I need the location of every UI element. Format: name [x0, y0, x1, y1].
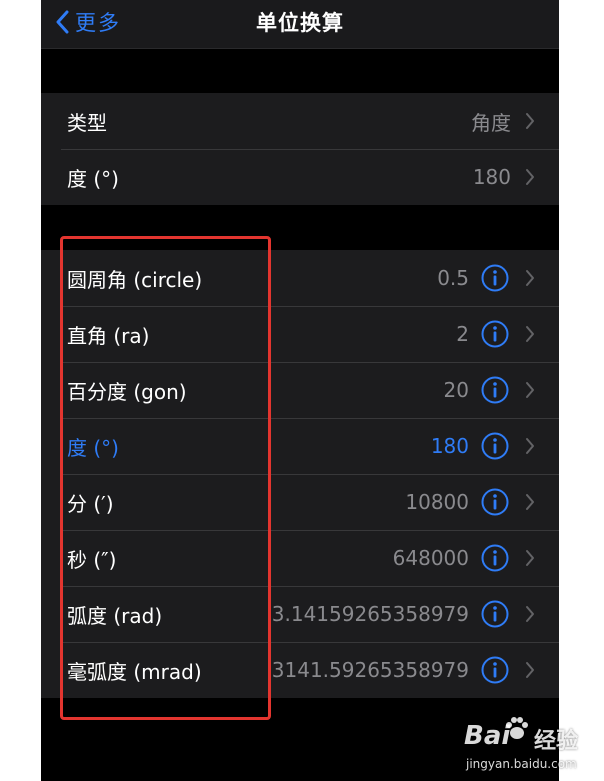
- chevron-right-icon: [525, 168, 535, 186]
- info-icon[interactable]: [480, 263, 510, 293]
- info-icon[interactable]: [480, 655, 510, 685]
- chevron-right-icon: [525, 493, 535, 511]
- chevron-right-icon: [525, 437, 535, 455]
- units-group: 圆周角 (circle) 0.5 直角 (ra) 2 百分度 (gon) 20 …: [41, 250, 559, 698]
- unit-label: 秒 (″): [67, 547, 117, 572]
- unit-label: 分 (′): [67, 491, 114, 516]
- navigation-bar: 更多 单位换算: [41, 0, 559, 49]
- unit-row-second[interactable]: 秒 (″) 648000: [41, 530, 559, 586]
- unit-value: 10800: [405, 490, 469, 514]
- unit-label: 弧度 (rad): [67, 603, 163, 628]
- page-title: 单位换算: [256, 11, 344, 35]
- chevron-right-icon: [525, 269, 535, 287]
- type-label: 类型: [67, 110, 107, 135]
- unit-label: 圆周角 (circle): [67, 267, 203, 292]
- chevron-right-icon: [525, 605, 535, 623]
- unit-value: 648000: [392, 546, 469, 570]
- info-icon[interactable]: [480, 543, 510, 573]
- unit-row-degree-selected[interactable]: 度 (°) 180: [41, 418, 559, 474]
- chevron-right-icon: [525, 381, 535, 399]
- unit-row-gon[interactable]: 百分度 (gon) 20: [41, 362, 559, 418]
- unit-value: 180: [430, 434, 469, 458]
- chevron-right-icon: [525, 112, 535, 130]
- info-icon[interactable]: [480, 319, 510, 349]
- unit-label: 直角 (ra): [67, 323, 150, 348]
- unit-row-milliradian[interactable]: 毫弧度 (mrad) 3141.59265358979: [41, 642, 559, 698]
- unit-value: 0.5: [437, 266, 469, 290]
- input-unit-label: 度 (°): [67, 166, 119, 191]
- chevron-right-icon: [525, 325, 535, 343]
- info-icon[interactable]: [480, 375, 510, 405]
- info-icon[interactable]: [480, 599, 510, 629]
- unit-label: 毫弧度 (mrad): [67, 659, 202, 684]
- unit-value: 3.14159265358979: [271, 602, 469, 626]
- settings-group: 类型 角度 度 (°) 180: [41, 93, 559, 205]
- chevron-right-icon: [525, 549, 535, 567]
- unit-label: 度 (°): [67, 435, 119, 460]
- unit-row-radian[interactable]: 弧度 (rad) 3.14159265358979: [41, 586, 559, 642]
- info-icon[interactable]: [480, 431, 510, 461]
- type-value: 角度: [471, 110, 511, 135]
- type-row[interactable]: 类型 角度: [41, 93, 559, 149]
- phone-screen: 更多 单位换算 类型 角度 度 (°) 180 圆周角 (circle) 0.5: [41, 0, 559, 781]
- unit-value: 20: [443, 378, 469, 402]
- unit-row-right-angle[interactable]: 直角 (ra) 2: [41, 306, 559, 362]
- unit-row-circle[interactable]: 圆周角 (circle) 0.5: [41, 250, 559, 306]
- unit-value: 3141.59265358979: [271, 658, 469, 682]
- unit-label: 百分度 (gon): [67, 379, 187, 404]
- unit-row-minute[interactable]: 分 (′) 10800: [41, 474, 559, 530]
- info-icon[interactable]: [480, 487, 510, 517]
- input-value: 180: [472, 165, 511, 189]
- input-value-row[interactable]: 度 (°) 180: [41, 149, 559, 205]
- unit-value: 2: [456, 322, 469, 346]
- chevron-right-icon: [525, 661, 535, 679]
